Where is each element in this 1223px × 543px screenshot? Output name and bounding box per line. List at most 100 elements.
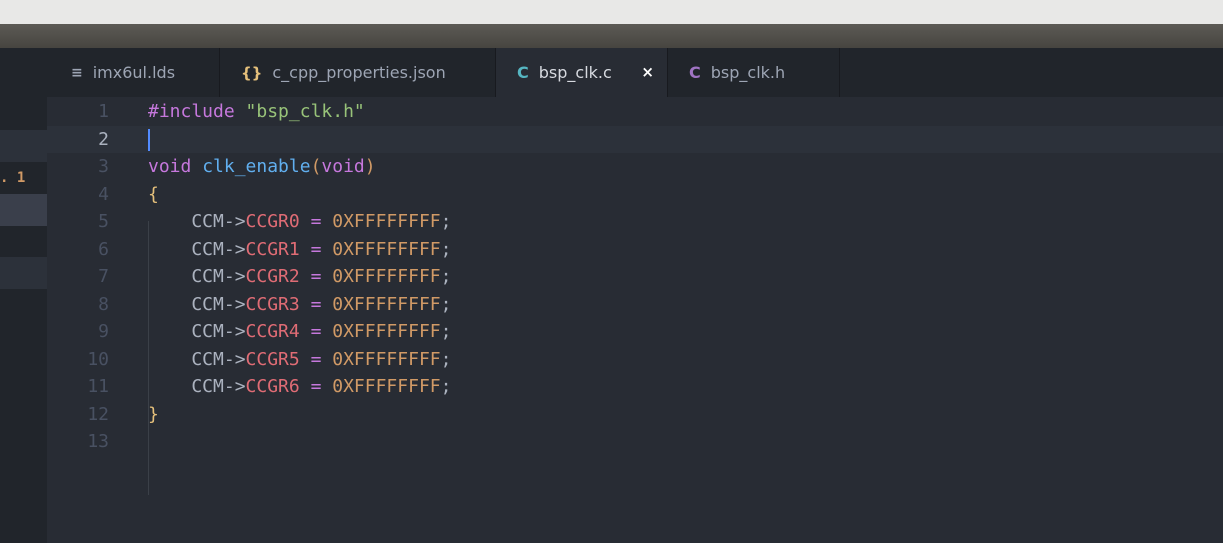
code-token: CCM-> (148, 376, 246, 397)
tab-bar: ≡ imx6ul.lds {} c_cpp_properties.json C … (0, 48, 1223, 97)
code-line[interactable]: 7 CCM->CCGR2 = 0XFFFFFFFF; (47, 263, 1223, 290)
code-token: ) (364, 156, 376, 177)
code-token: ; (440, 211, 452, 232)
code-line[interactable]: 9 CCM->CCGR4 = 0XFFFFFFFF; (47, 318, 1223, 345)
code-line[interactable]: 2 (47, 125, 1223, 153)
code-text: CCM->CCGR6 = 0XFFFFFFFF; (148, 373, 451, 400)
code-token: = (299, 293, 333, 315)
code-token: = (299, 238, 333, 260)
code-text: CCM->CCGR0 = 0XFFFFFFFF; (148, 208, 451, 235)
code-token: CCM-> (148, 348, 246, 370)
code-token: CCGR3 (245, 293, 300, 315)
code-token: CCM-> (148, 321, 246, 342)
code-token: CCGR2 (245, 266, 300, 287)
line-number: 7 (98, 266, 109, 287)
code-token: = (299, 266, 333, 287)
code-token: CCM-> (148, 266, 246, 287)
code-token: CCGR0 (245, 211, 300, 232)
code-token: clk_enable (202, 156, 311, 177)
line-number: 3 (98, 156, 109, 177)
code-token: = (299, 376, 333, 397)
tab-imx6ul-lds[interactable]: ≡ imx6ul.lds (47, 48, 220, 97)
code-token: ; (440, 293, 452, 315)
code-token: CCGR4 (245, 321, 300, 342)
code-token: ; (440, 238, 452, 260)
code-line[interactable]: 1 #include "bsp_clk.h" (47, 98, 1223, 125)
tree-row[interactable] (0, 130, 47, 162)
code-token: = (299, 211, 333, 232)
code-token: = (299, 321, 333, 342)
code-token: CCGR5 (245, 348, 300, 370)
code-token: 0XFFFFFFFF (332, 293, 441, 315)
code-text: #include "bsp_clk.h" (148, 98, 365, 125)
code-token: ; (440, 321, 452, 342)
code-token: void (148, 156, 203, 177)
code-text: CCM->CCGR1 = 0XFFFFFFFF; (148, 236, 451, 263)
code-token: ( (310, 156, 322, 177)
code-line[interactable]: 5 CCM->CCGR0 = 0XFFFFFFFF; (47, 208, 1223, 235)
code-token: ; (440, 348, 452, 370)
code-token: 0XFFFFFFFF (332, 376, 441, 397)
line-number: 1 (98, 101, 109, 122)
code-token: = (299, 348, 333, 370)
code-line[interactable]: 6 CCM->CCGR1 = 0XFFFFFFFF; (47, 236, 1223, 263)
tab-label: c_cpp_properties.json (272, 63, 446, 82)
code-token: ; (440, 376, 452, 397)
code-line[interactable]: 11 CCM->CCGR6 = 0XFFFFFFFF; (47, 373, 1223, 400)
tree-row[interactable] (0, 257, 47, 289)
line-number: 10 (87, 348, 109, 370)
code-line[interactable]: 10 CCM->CCGR5 = 0XFFFFFFFF; (47, 346, 1223, 373)
code-text: CCM->CCGR3 = 0XFFFFFFFF; (148, 291, 451, 318)
line-number: 11 (87, 376, 109, 397)
code-line[interactable]: 12} (47, 401, 1223, 428)
text-file-icon: ≡ (71, 64, 83, 81)
line-number: 13 (87, 431, 109, 452)
text-cursor (148, 128, 150, 151)
tree-row-selected[interactable] (0, 194, 47, 226)
close-icon[interactable]: × (641, 63, 654, 81)
code-token: "bsp_clk.h" (245, 101, 365, 122)
code-token: #include (148, 101, 246, 122)
line-number: 12 (87, 403, 109, 425)
code-text: CCM->CCGR5 = 0XFFFFFFFF; (148, 346, 451, 373)
code-token: CCM-> (148, 211, 246, 232)
tab-label: bsp_clk.c (538, 63, 612, 82)
tab-bsp-clk-h[interactable]: C bsp_clk.h (668, 48, 840, 97)
code-line[interactable]: 3 void clk_enable(void) (47, 153, 1223, 180)
code-text: CCM->CCGR4 = 0XFFFFFFFF; (148, 318, 451, 345)
line-number: 2 (98, 128, 109, 150)
title-strip (0, 24, 1223, 48)
code-line[interactable]: 13 (47, 428, 1223, 455)
tab-c-cpp-properties-json[interactable]: {} c_cpp_properties.json (220, 48, 496, 97)
line-number: 4 (98, 183, 109, 205)
code-token: 0XFFFFFFFF (332, 321, 441, 342)
c-header-file-icon: C (689, 63, 701, 82)
code-text: { (148, 181, 159, 208)
code-token: 0XFFFFFFFF (332, 238, 441, 260)
window-top-bar (0, 0, 1223, 24)
code-token: 0XFFFFFFFF (332, 348, 441, 370)
code-token: { (148, 183, 159, 205)
code-token: 0XFFFFFFFF (332, 211, 441, 232)
code-token: CCM-> (148, 293, 246, 315)
json-file-icon: {} (241, 63, 263, 82)
code-token: CCGR1 (245, 238, 300, 260)
code-token: ; (440, 266, 452, 287)
tab-bsp-clk-c[interactable]: C bsp_clk.c × (496, 48, 668, 97)
code-text: CCM->CCGR2 = 0XFFFFFFFF; (148, 263, 451, 290)
code-text: void clk_enable(void) (148, 153, 376, 180)
code-text: } (148, 401, 159, 428)
line-number: 5 (98, 211, 109, 232)
c-source-file-icon: C (517, 63, 529, 82)
code-line[interactable]: 8 CCM->CCGR3 = 0XFFFFFFFF; (47, 291, 1223, 318)
code-token: 0XFFFFFFFF (332, 266, 441, 287)
code-token: CCM-> (148, 238, 246, 260)
line-number: 9 (98, 321, 109, 342)
code-token: } (148, 403, 159, 425)
tab-label: bsp_clk.h (710, 63, 786, 82)
code-editor[interactable]: 1 #include "bsp_clk.h" 2 3 void clk_enable(v… (47, 97, 1223, 543)
code-token: void (321, 156, 365, 177)
tree-view-panel: . 1 (0, 97, 47, 543)
code-line[interactable]: 4{ (47, 181, 1223, 208)
line-number: 6 (98, 238, 109, 260)
